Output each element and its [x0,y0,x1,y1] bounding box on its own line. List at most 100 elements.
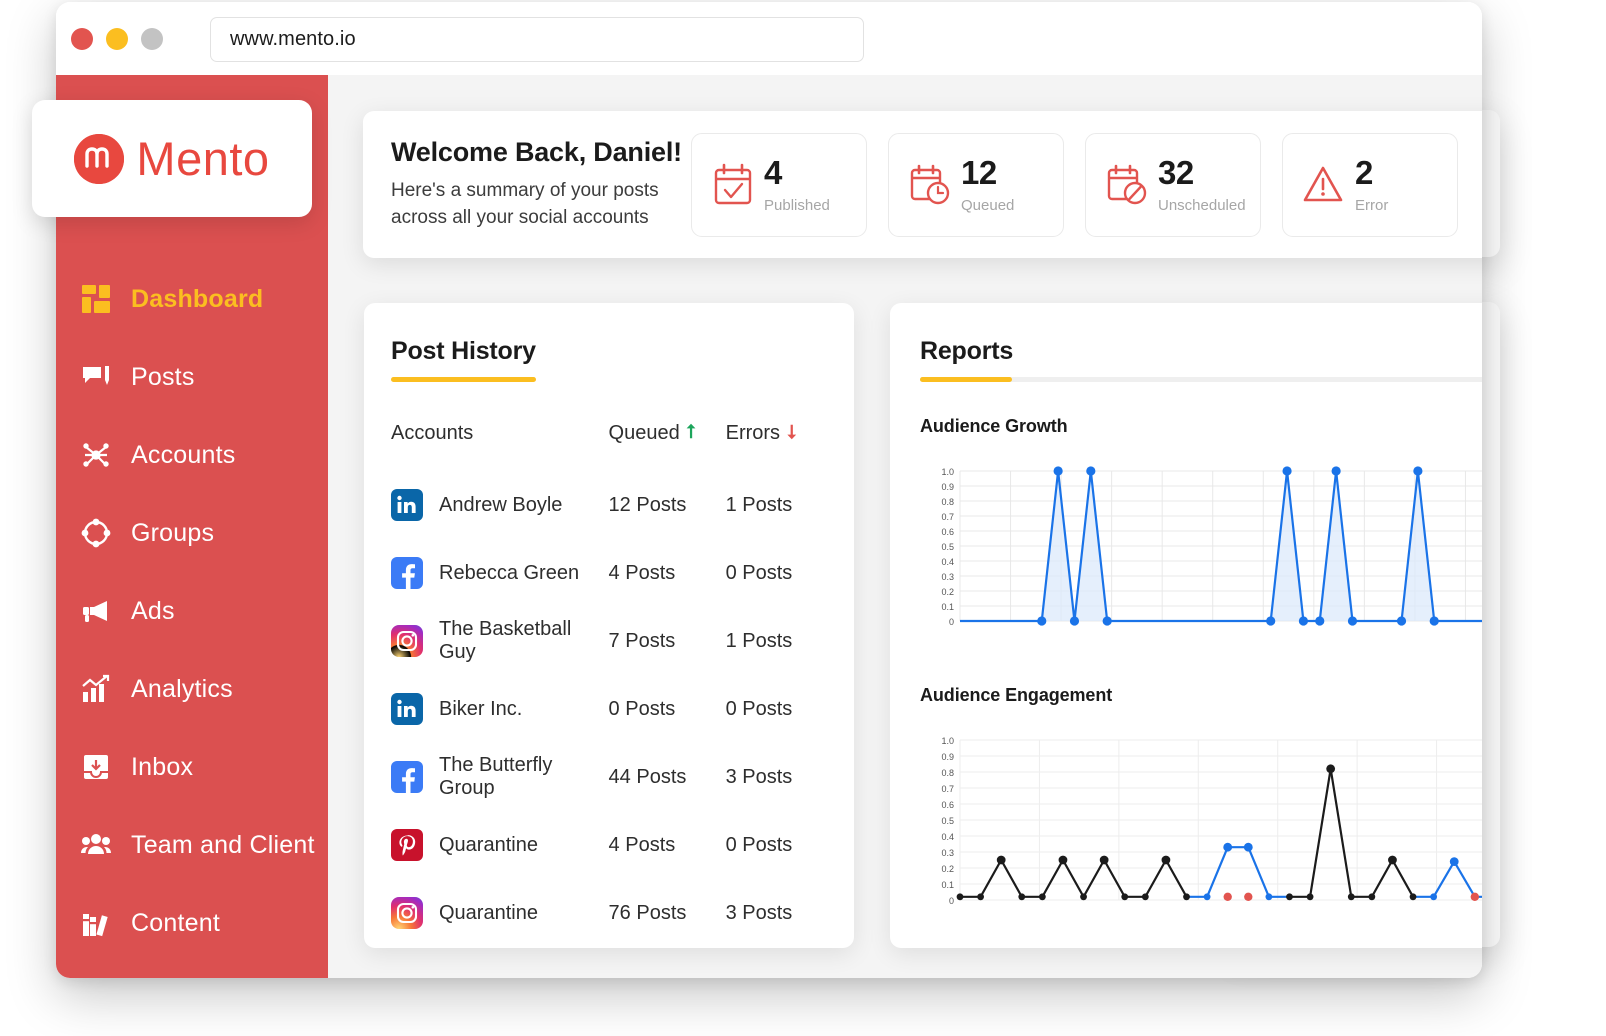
stat-label: Published [764,196,830,214]
sidebar-item-label: Analytics [131,674,233,703]
table-row[interactable]: Quarantine 76 Posts 3 Posts [391,879,827,947]
column-header-errors[interactable]: Errors ⭣ [726,422,827,445]
svg-text:0.3: 0.3 [941,572,954,582]
svg-text:0: 0 [949,617,954,627]
stat-card-queued[interactable]: 12 Queued [888,132,1064,237]
facebook-icon [391,761,423,793]
column-header-queued[interactable]: Queued ⭡ [609,422,726,445]
table-row[interactable]: The Basketball Guy 7 Posts 1 Posts [391,607,827,675]
queued-count: 7 Posts [608,629,676,652]
sidebar-item-posts[interactable]: Posts [56,338,328,416]
svg-text:0.6: 0.6 [941,527,954,537]
stat-label: Queued [961,196,1015,214]
dashboard-grid-icon [80,283,112,315]
svg-text:0.6: 0.6 [941,800,954,810]
account-name: Andrew Boyle [439,493,563,516]
audience-growth-heading: Audience Growth [920,416,1068,436]
sidebar-item-content[interactable]: Content [56,884,328,962]
sidebar-item-team-and-client[interactable]: Team and Client [56,806,328,884]
column-header-accounts[interactable]: Accounts [391,422,609,445]
instagram-icon [391,625,423,657]
table-header-row: Accounts Queued ⭡ Errors ⭣ [391,411,827,455]
address-bar-text: www.mento.io [230,28,356,50]
accounts-network-icon [80,439,112,471]
post-history-table: Accounts Queued ⭡ Errors ⭣ Andrew Boyle … [391,411,827,947]
sidebar-item-dashboard[interactable]: Dashboard [56,260,328,338]
svg-text:0.2: 0.2 [941,864,954,874]
stat-card-error[interactable]: 2 Error [1282,132,1458,237]
inbox-download-icon [80,751,112,783]
stat-card-unscheduled[interactable]: 32 Unscheduled [1085,132,1261,237]
svg-text:0.4: 0.4 [941,557,954,567]
main-content: Welcome Back, Daniel! Here's a summary o… [328,75,1482,978]
audience-engagement-section: Audience Engagement 1.0 0.9 0.8 0.7 0.6 0.5 0.… [920,685,1482,918]
column-header-queued-label: Queued [608,421,680,444]
table-row[interactable]: The Butterfly Group 44 Posts 3 Posts [391,743,827,811]
traffic-lights [71,28,163,50]
svg-text:0.9: 0.9 [941,482,954,492]
address-bar[interactable]: www.mento.io [210,17,864,62]
linkedin-icon [391,489,423,521]
posts-pencil-icon [80,361,112,393]
svg-text:0.7: 0.7 [941,512,954,522]
post-history-title: Post History [391,337,536,365]
reports-title: Reports [920,337,1014,365]
close-window-button[interactable] [71,28,93,50]
sidebar-item-label: Groups [131,518,215,547]
brand-logo-card[interactable]: Mento [32,100,312,217]
svg-text:0: 0 [949,896,954,906]
sidebar-item-analytics[interactable]: Analytics [56,650,328,728]
errors-count: 3 Posts [725,765,793,788]
stat-card-published[interactable]: 4 Published [691,132,867,237]
table-row[interactable]: Biker Inc. 0 Posts 0 Posts [391,675,827,743]
svg-text:0.9: 0.9 [941,752,954,762]
svg-text:0.7: 0.7 [941,784,954,794]
welcome-text: Welcome Back, Daniel! Here's a summary o… [363,137,688,232]
table-row[interactable]: Rebecca Green 4 Posts 0 Posts [391,539,827,607]
sidebar-item-ads[interactable]: Ads [56,572,328,650]
svg-text:0.1: 0.1 [941,880,954,890]
sidebar-item-label: Dashboard [131,284,264,313]
svg-text:0.3: 0.3 [941,848,954,858]
sidebar-item-groups[interactable]: Groups [56,494,328,572]
account-name: Rebecca Green [439,561,580,584]
calendar-clock-icon [909,163,951,207]
mento-logo-icon [74,133,125,184]
svg-text:0.4: 0.4 [941,832,954,842]
queued-count: 76 Posts [608,901,687,924]
minimize-window-button[interactable] [106,28,128,50]
instagram-icon [391,897,423,929]
table-row[interactable]: Quarantine 4 Posts 0 Posts [391,811,827,879]
groups-diamond-icon [80,517,112,549]
account-name: Biker Inc. [439,697,523,720]
content-books-icon [80,907,112,939]
audience-growth-chart[interactable]: 1.0 0.9 0.8 0.7 0.6 0.5 0.4 0.3 0.2 0.1 0 [920,459,1482,639]
stat-cards: 4 Published 12 Queued 32 Unscheduled 2 E… [691,132,1458,237]
stat-value: 2 [1355,153,1373,191]
page-title: Welcome Back, Daniel! [391,137,682,168]
sort-ascending-icon: ⭡ [686,422,696,443]
linkedin-icon [391,693,423,725]
maximize-window-button[interactable] [141,28,163,50]
queued-count: 44 Posts [608,765,687,788]
table-row[interactable]: Andrew Boyle 12 Posts 1 Posts [391,471,827,539]
reports-title-underline [920,377,1482,382]
audience-engagement-chart[interactable]: 1.0 0.9 0.8 0.7 0.6 0.5 0.4 0.3 0.2 0.1 0 [920,728,1482,918]
svg-text:0.8: 0.8 [941,768,954,778]
sidebar-item-label: Accounts [131,440,236,469]
calendar-check-icon [712,163,754,207]
welcome-subtitle: Here's a summary of your posts across al… [391,180,659,228]
sidebar-item-label: Ads [131,596,175,625]
account-name: Quarantine [439,901,538,924]
stat-value: 12 [961,153,997,191]
svg-text:0.5: 0.5 [941,816,954,826]
errors-count: 0 Posts [725,697,793,720]
sidebar-item-accounts[interactable]: Accounts [56,416,328,494]
brand-name: Mento [136,132,270,185]
sidebar-item-inbox[interactable]: Inbox [56,728,328,806]
svg-text:0.8: 0.8 [941,497,954,507]
column-header-errors-label: Errors [725,421,781,444]
sidebar-item-label: Posts [131,362,195,391]
account-name: Quarantine [439,833,538,856]
stat-label: Unscheduled [1158,196,1246,214]
